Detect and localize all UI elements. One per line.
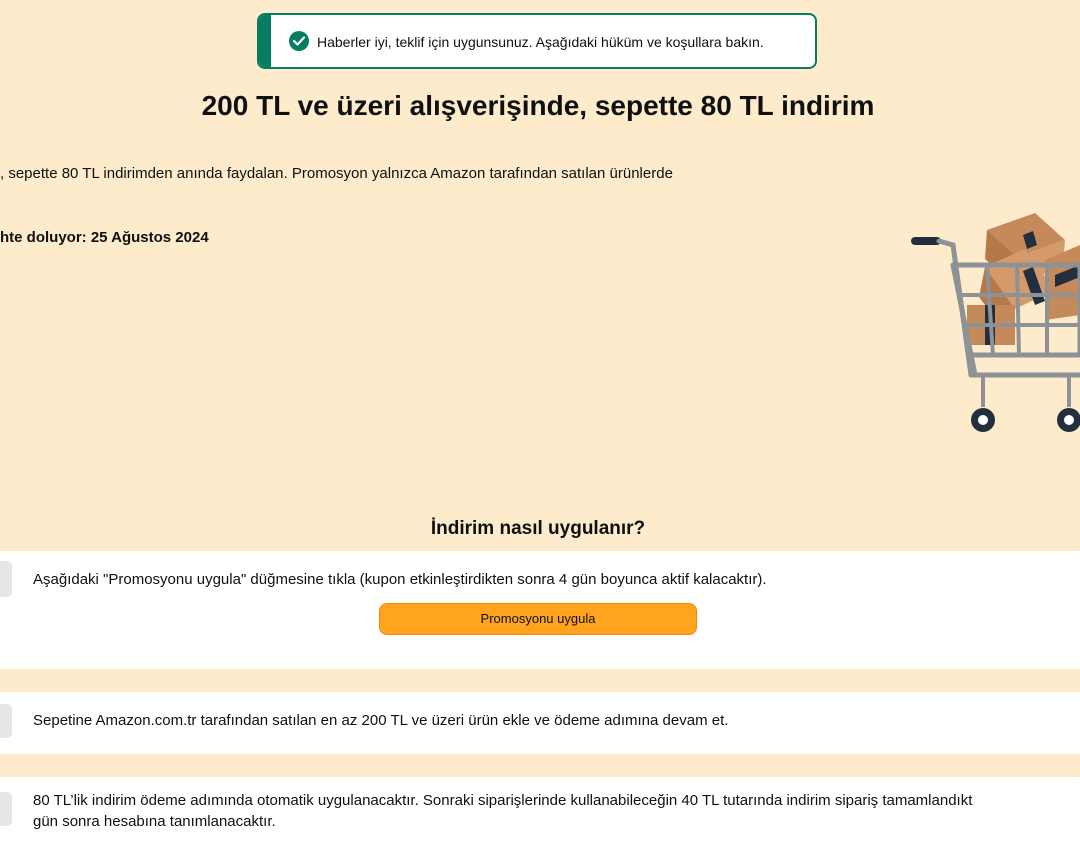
promo-description: , sepette 80 TL indirimden anında faydal… [0, 165, 673, 182]
step-1-text: Aşağıdaki "Promosyonu uygula" düğmesine … [33, 571, 767, 588]
eligibility-banner: Haberler iyi, teklif için uygunsunuz. Aş… [257, 13, 817, 69]
how-to-title: İndirim nasıl uygulanır? [430, 518, 646, 539]
step-card-3: 80 TL’lik indirim ödeme adımında otomati… [0, 777, 1080, 847]
step-card-1: Aşağıdaki "Promosyonu uygula" düğmesine … [0, 551, 1080, 669]
banner-accent-bar [259, 15, 271, 67]
apply-promotion-button[interactable]: Promosyonu uygula [379, 603, 697, 635]
step-number-badge [0, 561, 12, 597]
promo-title: 200 TL ve üzeri alışverişinde, sepette 8… [201, 90, 875, 121]
banner-message: Haberler iyi, teklif için uygunsunuz. Aş… [317, 34, 764, 50]
step-3-text-line-1: 80 TL’lik indirim ödeme adımında otomati… [33, 792, 973, 809]
step-3-text: 80 TL’lik indirim ödeme adımında otomati… [33, 790, 972, 832]
step-3-text-line-2: gün sonra hesabına tanımlanacaktır. [33, 813, 276, 830]
promo-expiry: hte doluyor: 25 Ağustos 2024 [0, 229, 209, 246]
check-circle-icon [289, 31, 309, 51]
step-2-text: Sepetine Amazon.com.tr tarafından satıla… [33, 712, 729, 729]
step-card-2: Sepetine Amazon.com.tr tarafından satıla… [0, 692, 1080, 754]
shopping-cart-illustration [905, 205, 1080, 445]
step-number-badge [0, 792, 12, 826]
step-number-badge [0, 704, 12, 738]
